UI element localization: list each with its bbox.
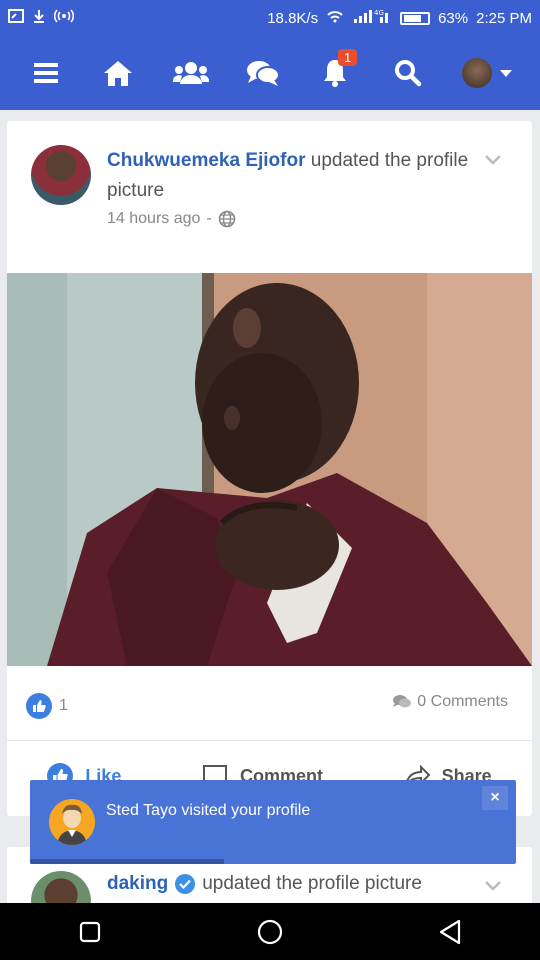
post-card: Chukwuemeka Ejiofor updated the profile … bbox=[7, 121, 532, 816]
notifications-button[interactable]: 1 bbox=[307, 45, 363, 101]
verified-icon bbox=[175, 874, 196, 894]
network-type: 4G bbox=[374, 9, 384, 17]
profile-photo-image bbox=[7, 273, 532, 666]
post-options-button-2[interactable] bbox=[484, 879, 502, 897]
search-button[interactable] bbox=[380, 45, 436, 101]
visit-notification-toast[interactable]: Sted Tayo visited your profile × bbox=[30, 780, 516, 864]
square-icon bbox=[79, 921, 101, 942]
post-stats: 1 0 Comments bbox=[7, 681, 532, 741]
thumbs-up-icon bbox=[33, 700, 46, 712]
like-count[interactable]: 1 bbox=[59, 697, 68, 715]
battery-level: 63% bbox=[438, 9, 469, 27]
toast-progress-bar bbox=[30, 859, 225, 864]
toast-close-button[interactable]: × bbox=[482, 786, 508, 810]
comments-count-text: 0 Comments bbox=[417, 693, 508, 710]
menu-button[interactable] bbox=[18, 45, 74, 101]
toast-message: Sted Tayo visited your profile bbox=[106, 802, 311, 819]
post-photo[interactable] bbox=[7, 273, 532, 666]
messages-button[interactable] bbox=[235, 45, 291, 101]
author-avatar-2[interactable] bbox=[31, 871, 91, 907]
post-action-text-2: updated the profile picture bbox=[202, 873, 422, 894]
recent-apps-button[interactable] bbox=[60, 903, 120, 960]
author-name-link-2[interactable]: daking bbox=[107, 873, 168, 895]
chevron-down-icon bbox=[485, 881, 501, 891]
post-headline: Chukwuemeka Ejiofor updated the profile … bbox=[107, 146, 477, 206]
hotspot-icon bbox=[53, 9, 75, 27]
screenshot-icon bbox=[8, 9, 24, 27]
wifi-icon bbox=[326, 9, 344, 27]
globe-icon bbox=[218, 210, 236, 228]
home-icon bbox=[104, 61, 133, 86]
meta-separator: - bbox=[206, 210, 212, 227]
post-meta: 14 hours ago - bbox=[107, 210, 236, 228]
profile-menu-button[interactable] bbox=[452, 45, 522, 101]
friends-button[interactable] bbox=[163, 45, 219, 101]
author-name-link[interactable]: Chukwuemeka Ejiofor bbox=[107, 150, 306, 171]
comments-icon bbox=[393, 695, 412, 708]
post-time[interactable]: 14 hours ago bbox=[107, 210, 200, 228]
status-bar: 18.8K/s 4G 63% 2:25 PM bbox=[0, 0, 540, 36]
user-avatar bbox=[461, 58, 492, 88]
visitor-avatar bbox=[49, 799, 95, 845]
search-icon bbox=[394, 60, 421, 87]
comments-count-link[interactable]: 0 Comments bbox=[392, 693, 508, 711]
caret-down-icon bbox=[499, 69, 512, 77]
users-icon bbox=[172, 62, 209, 84]
chat-icon bbox=[246, 61, 280, 86]
post-options-button[interactable] bbox=[484, 153, 502, 171]
chevron-down-icon bbox=[485, 155, 501, 165]
post-header: Chukwuemeka Ejiofor updated the profile … bbox=[7, 121, 532, 271]
notification-badge: 1 bbox=[338, 49, 358, 66]
post-headline-2: daking updated the profile picture bbox=[107, 873, 422, 895]
network-speed: 18.8K/s bbox=[267, 9, 319, 27]
like-reaction-icon[interactable] bbox=[26, 693, 52, 719]
top-nav: 1 bbox=[0, 36, 540, 110]
triangle-back-icon bbox=[439, 919, 461, 944]
home-nav-button[interactable] bbox=[240, 903, 300, 960]
back-button[interactable] bbox=[420, 903, 480, 960]
download-icon bbox=[32, 9, 46, 27]
home-button[interactable] bbox=[90, 45, 146, 101]
battery-icon bbox=[400, 11, 431, 25]
android-nav-bar bbox=[0, 903, 540, 960]
clock: 2:25 PM bbox=[476, 9, 532, 27]
circle-icon bbox=[257, 919, 283, 944]
author-avatar[interactable] bbox=[31, 145, 91, 205]
menu-icon bbox=[34, 63, 59, 83]
signal-icon: 4G bbox=[352, 8, 392, 28]
